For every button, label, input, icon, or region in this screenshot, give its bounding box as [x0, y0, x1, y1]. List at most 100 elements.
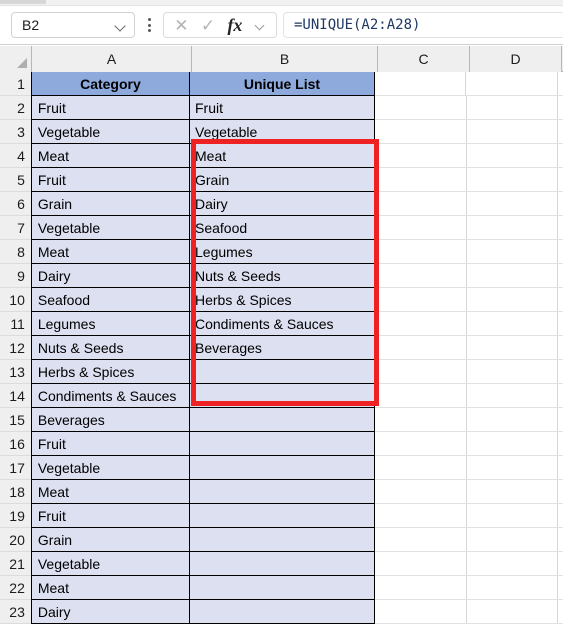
cell-B8[interactable]: Legumes	[190, 240, 375, 264]
cell-E19[interactable]	[558, 504, 563, 528]
cell-A11[interactable]: Legumes	[30, 312, 190, 336]
cell-E4[interactable]	[558, 144, 563, 168]
cell-E16[interactable]	[558, 432, 563, 456]
cell-D1[interactable]	[466, 72, 558, 96]
cell-D23[interactable]	[466, 600, 559, 624]
cell-D7[interactable]	[466, 216, 559, 240]
cell-A14[interactable]: Condiments & Sauces	[30, 384, 190, 408]
cell-E9[interactable]	[558, 264, 563, 288]
cell-E13[interactable]	[558, 360, 563, 384]
cell-B10[interactable]: Herbs & Spices	[190, 288, 375, 312]
cell-C18[interactable]	[374, 480, 467, 504]
cell-A6[interactable]: Grain	[30, 192, 190, 216]
cell-B21[interactable]	[190, 552, 375, 576]
cell-E18[interactable]	[558, 480, 563, 504]
cell-B19[interactable]	[190, 504, 375, 528]
cell-E11[interactable]	[558, 312, 563, 336]
cell-E23[interactable]	[558, 600, 563, 624]
cell-D2[interactable]	[466, 96, 559, 120]
cell-D14[interactable]	[466, 384, 559, 408]
row-header-8[interactable]: 8	[0, 240, 32, 264]
cell-E3[interactable]	[558, 120, 563, 144]
cell-D6[interactable]	[466, 192, 559, 216]
cell-B12[interactable]: Beverages	[190, 336, 375, 360]
cell-C3[interactable]	[374, 120, 467, 144]
cell-E14[interactable]	[558, 384, 563, 408]
cell-A3[interactable]: Vegetable	[30, 120, 190, 144]
cell-D19[interactable]	[466, 504, 559, 528]
cell-C14[interactable]	[374, 384, 467, 408]
row-header-18[interactable]: 18	[0, 480, 32, 504]
cell-B17[interactable]	[190, 456, 375, 480]
insert-function-icon[interactable]: fx	[227, 15, 242, 36]
cell-E7[interactable]	[558, 216, 563, 240]
cell-B23[interactable]	[190, 600, 375, 624]
cell-E1[interactable]	[557, 72, 563, 96]
cell-B16[interactable]	[190, 432, 375, 456]
cell-E17[interactable]	[558, 456, 563, 480]
cell-B18[interactable]	[190, 480, 375, 504]
cell-A15[interactable]: Beverages	[30, 408, 190, 432]
cell-C12[interactable]	[374, 336, 467, 360]
cell-E20[interactable]	[558, 528, 563, 552]
cell-A7[interactable]: Vegetable	[30, 216, 190, 240]
cell-B9[interactable]: Nuts & Seeds	[190, 264, 375, 288]
row-header-17[interactable]: 17	[0, 456, 32, 480]
cell-C17[interactable]	[374, 456, 467, 480]
row-header-11[interactable]: 11	[0, 312, 32, 336]
cell-B20[interactable]	[190, 528, 375, 552]
name-box[interactable]: B2	[11, 12, 135, 38]
cell-C19[interactable]	[374, 504, 467, 528]
cell-B1[interactable]: Unique List	[189, 72, 375, 96]
row-header-7[interactable]: 7	[0, 216, 32, 240]
row-header-22[interactable]: 22	[0, 576, 32, 600]
cell-A10[interactable]: Seafood	[30, 288, 190, 312]
row-header-1[interactable]: 1	[0, 72, 32, 96]
cell-A12[interactable]: Nuts & Seeds	[30, 336, 190, 360]
cell-E22[interactable]	[558, 576, 563, 600]
column-header-b[interactable]: B	[192, 46, 378, 72]
cell-A17[interactable]: Vegetable	[30, 456, 190, 480]
cell-C5[interactable]	[374, 168, 467, 192]
cell-C22[interactable]	[374, 576, 467, 600]
cell-A21[interactable]: Vegetable	[30, 552, 190, 576]
cell-C20[interactable]	[374, 528, 467, 552]
cell-A19[interactable]: Fruit	[30, 504, 190, 528]
row-header-13[interactable]: 13	[0, 360, 32, 384]
cell-D5[interactable]	[466, 168, 559, 192]
cell-C15[interactable]	[374, 408, 467, 432]
cell-A23[interactable]: Dairy	[30, 600, 190, 624]
row-header-9[interactable]: 9	[0, 264, 32, 288]
cell-B2[interactable]: Fruit	[190, 96, 375, 120]
select-all-corner[interactable]	[0, 46, 32, 72]
cell-C16[interactable]	[374, 432, 467, 456]
cell-B11[interactable]: Condiments & Sauces	[190, 312, 375, 336]
cell-A4[interactable]: Meat	[30, 144, 190, 168]
cell-C7[interactable]	[374, 216, 467, 240]
cell-D20[interactable]	[466, 528, 559, 552]
cell-C2[interactable]	[374, 96, 467, 120]
cell-E2[interactable]	[558, 96, 563, 120]
column-header-a[interactable]: A	[32, 46, 192, 72]
row-header-10[interactable]: 10	[0, 288, 32, 312]
cell-C11[interactable]	[374, 312, 467, 336]
cell-E6[interactable]	[558, 192, 563, 216]
cell-E10[interactable]	[558, 288, 563, 312]
cell-B3[interactable]: Vegetable	[190, 120, 375, 144]
row-header-21[interactable]: 21	[0, 552, 32, 576]
cell-E15[interactable]	[558, 408, 563, 432]
cancel-icon[interactable]: ✕	[174, 17, 188, 34]
row-header-14[interactable]: 14	[0, 384, 32, 408]
more-options-icon[interactable]	[140, 12, 158, 38]
cell-C13[interactable]	[374, 360, 467, 384]
column-header-d[interactable]: D	[470, 46, 562, 72]
cell-B5[interactable]: Grain	[190, 168, 375, 192]
cell-D8[interactable]	[466, 240, 559, 264]
cell-D12[interactable]	[466, 336, 559, 360]
cell-C4[interactable]	[374, 144, 467, 168]
row-header-5[interactable]: 5	[0, 168, 32, 192]
cell-E5[interactable]	[558, 168, 563, 192]
cell-A13[interactable]: Herbs & Spices	[30, 360, 190, 384]
cell-D3[interactable]	[466, 120, 559, 144]
cell-D13[interactable]	[466, 360, 559, 384]
